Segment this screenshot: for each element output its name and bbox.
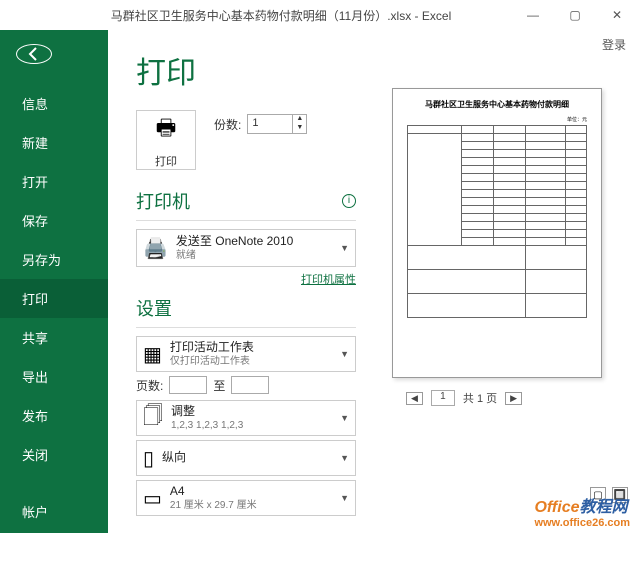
back-button[interactable] (16, 44, 52, 64)
setting-paper-size[interactable]: ▭ A4 21 厘米 x 29.7 厘米 ▼ (136, 480, 356, 516)
nav-info[interactable]: 信息 (0, 84, 108, 123)
arrow-left-icon (25, 45, 43, 63)
close-button[interactable]: ✕ (600, 4, 634, 26)
prev-page-button[interactable]: ◀ (406, 392, 423, 405)
chevron-down-icon: ▼ (340, 243, 349, 253)
nav-account[interactable]: 帐户 (0, 494, 108, 531)
chevron-down-icon: ▼ (340, 349, 349, 359)
printer-heading: 打印机 (136, 188, 190, 214)
signin-link[interactable]: 登录 (602, 36, 626, 53)
maximize-button[interactable]: ▢ (558, 4, 592, 26)
setting-collate[interactable]: 🗍 调整 1,2,3 1,2,3 1,2,3 ▼ (136, 400, 356, 436)
nav-new[interactable]: 新建 (0, 123, 108, 162)
watermark: Office教程网 www.office26.com (534, 493, 630, 529)
next-page-button[interactable]: ▶ (505, 392, 522, 405)
printer-properties-link[interactable]: 打印机属性 (136, 271, 356, 287)
printer-device-icon: 🖨️ (143, 236, 168, 261)
chevron-down-icon: ▼ (340, 413, 349, 423)
nav-options[interactable]: 选项 (0, 531, 108, 568)
nav-print[interactable]: 打印 (0, 279, 108, 318)
window-title: 马群社区卫生服务中心基本药物付款明细（11月份）.xlsx - Excel (46, 7, 516, 24)
settings-heading: 设置 (136, 295, 172, 321)
nav-publish[interactable]: 发布 (0, 396, 108, 435)
print-preview: 马群社区卫生服务中心基本药物付款明细 单位：元 (366, 48, 628, 533)
print-button[interactable]: 🖶 打印 (136, 110, 196, 170)
nav-close[interactable]: 关闭 (0, 435, 108, 474)
nav-save[interactable]: 保存 (0, 201, 108, 240)
portrait-icon: ▯ (143, 446, 154, 471)
nav-saveas[interactable]: 另存为 (0, 240, 108, 279)
preview-table (407, 125, 587, 318)
pages-to-label: 至 (213, 377, 225, 394)
pages-label: 页数: (136, 377, 163, 394)
spinner-down[interactable]: ▼ (292, 124, 306, 133)
info-icon[interactable]: i (342, 194, 356, 208)
setting-what-to-print[interactable]: ▦ 打印活动工作表 仅打印活动工作表 ▼ (136, 336, 356, 372)
pages-from-input[interactable] (169, 376, 207, 394)
copies-label: 份数: (214, 116, 241, 133)
spinner-up[interactable]: ▲ (292, 115, 306, 124)
nav-open[interactable]: 打开 (0, 162, 108, 201)
sheets-icon: ▦ (143, 342, 162, 367)
page-icon: ▭ (143, 486, 162, 511)
backstage-sidebar: 信息 新建 打开 保存 另存为 打印 共享 导出 发布 关闭 帐户 选项 (0, 30, 108, 533)
printer-dropdown[interactable]: 🖨️ 发送至 OneNote 2010 就绪 ▼ (136, 229, 356, 267)
page-number-input[interactable]: 1 (431, 390, 455, 406)
minimize-button[interactable]: — (516, 4, 550, 26)
copies-spinner[interactable]: 1 ▲▼ (247, 114, 307, 134)
page-title: 打印 (136, 48, 356, 92)
collate-icon: 🗍 (143, 401, 163, 435)
printer-icon: 🖶 (156, 111, 177, 149)
chevron-down-icon: ▼ (340, 453, 349, 463)
setting-orientation[interactable]: ▯ 纵向 ▼ (136, 440, 356, 476)
preview-page: 马群社区卫生服务中心基本药物付款明细 单位：元 (392, 88, 602, 378)
nav-share[interactable]: 共享 (0, 318, 108, 357)
nav-export[interactable]: 导出 (0, 357, 108, 396)
pages-to-input[interactable] (231, 376, 269, 394)
page-total: 共 1 页 (463, 390, 497, 406)
chevron-down-icon: ▼ (340, 493, 349, 503)
